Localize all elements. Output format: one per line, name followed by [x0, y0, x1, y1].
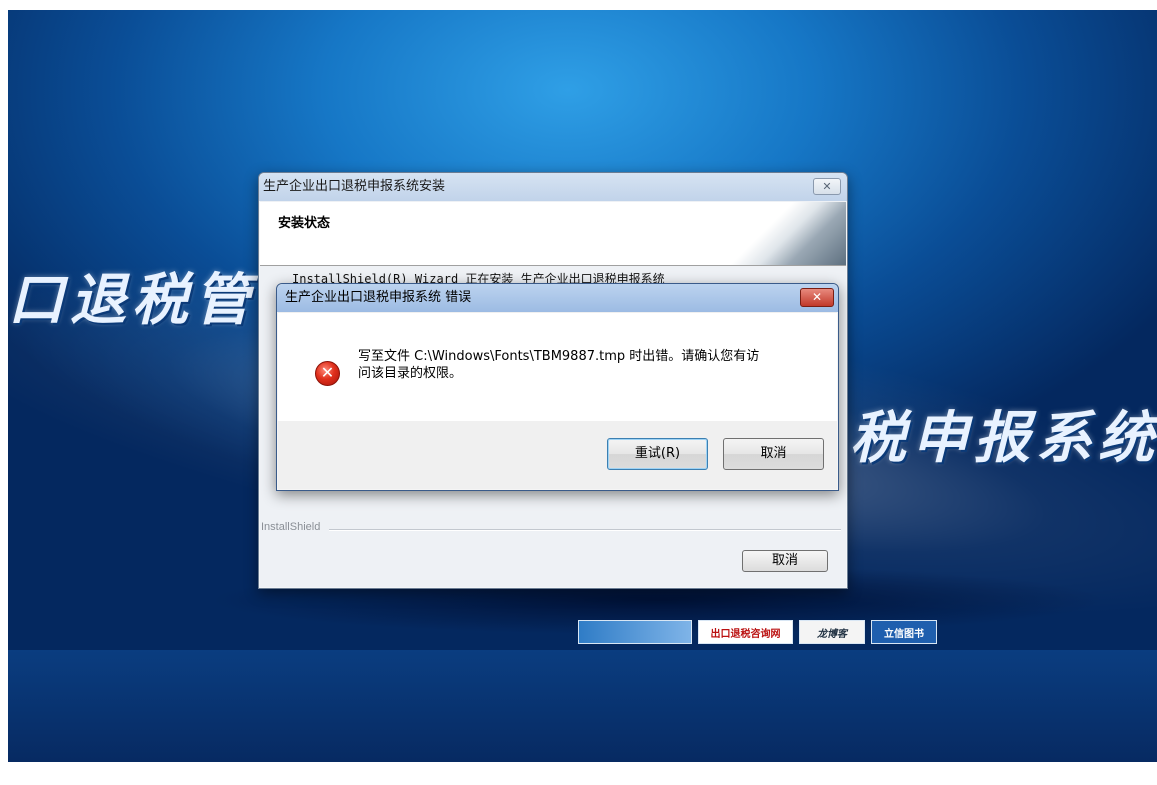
error-dialog-title: 生产企业出口退税申报系统 错误 [285, 290, 472, 305]
sponsor-logos: 出口退税咨询网 龙博客 立信图书 [578, 620, 937, 644]
page-curl-graphic [716, 202, 846, 265]
retry-button[interactable]: 重试(R) [607, 438, 708, 470]
error-cancel-button[interactable]: 取消 [723, 438, 824, 470]
sponsor-logo-3: 龙博客 [799, 620, 865, 644]
installer-window-title: 生产企业出口退税申报系统安装 [263, 179, 446, 194]
background-title-right: 税申报系统 [850, 406, 1157, 471]
error-dialog-body: ✕ 写至文件 C:\Windows\Fonts\TBM9887.tmp 时出错。… [278, 313, 837, 421]
sponsor-logo-2: 出口退税咨询网 [698, 620, 793, 644]
installer-title-bar[interactable]: 生产企业出口退税申报系统安装 ✕ [259, 173, 847, 201]
error-message-line-1: 写至文件 C:\Windows\Fonts\TBM9887.tmp 时出错。请确… [358, 349, 760, 364]
install-status-heading: 安装状态 [278, 216, 331, 231]
error-dialog-close-button[interactable]: ✕ [800, 288, 834, 307]
installer-header: 安装状态 [260, 202, 846, 266]
sponsor-logo-1 [578, 620, 692, 644]
error-message-line-2: 问该目录的权限。 [358, 366, 463, 381]
installshield-divider [329, 529, 841, 531]
error-icon: ✕ [315, 361, 340, 386]
error-dialog-title-bar[interactable]: 生产企业出口退税申报系统 错误 ✕ [277, 284, 838, 312]
installer-close-button[interactable]: ✕ [813, 178, 841, 195]
background-title-left: 口退税管 [8, 268, 256, 333]
error-dialog: 生产企业出口退税申报系统 错误 ✕ ✕ 写至文件 C:\Windows\Font… [276, 283, 839, 491]
background-floor [8, 650, 1157, 762]
installer-cancel-button[interactable]: 取消 [742, 550, 828, 572]
error-message: 写至文件 C:\Windows\Fonts\TBM9887.tmp 时出错。请确… [358, 348, 798, 382]
sponsor-logo-4: 立信图书 [871, 620, 937, 644]
installshield-label: InstallShield [261, 521, 321, 533]
